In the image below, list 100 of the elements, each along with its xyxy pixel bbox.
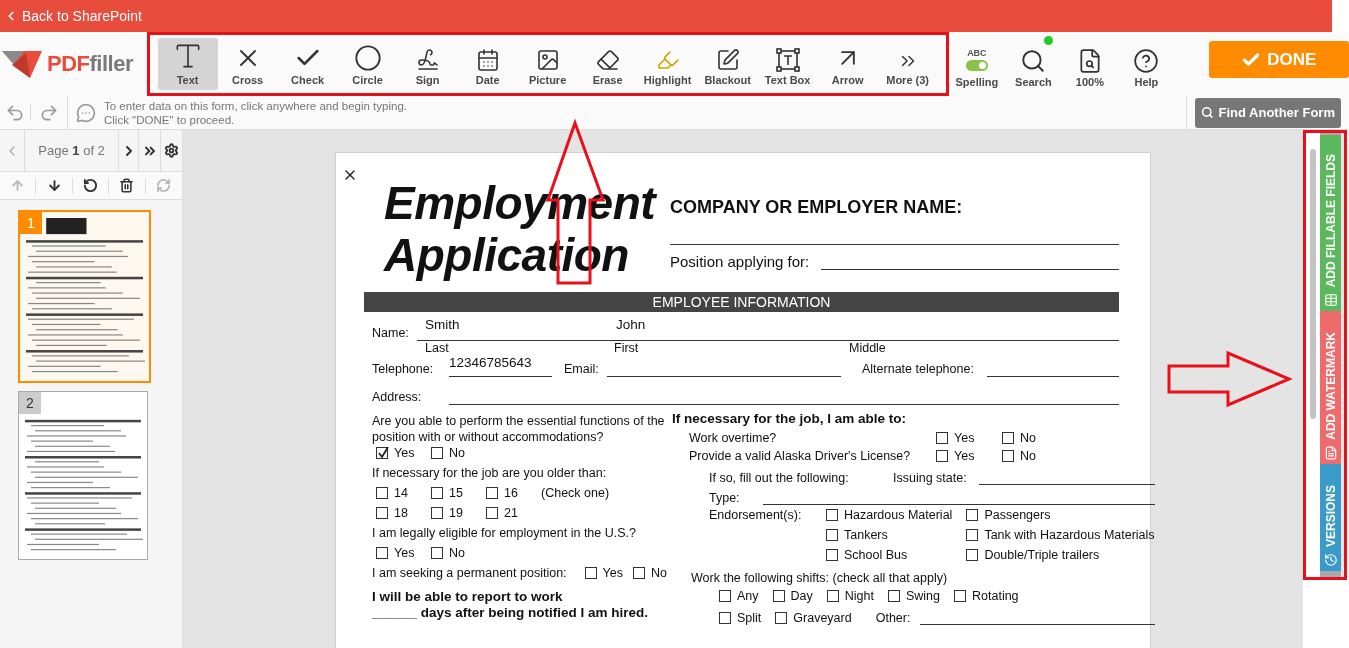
checkbox[interactable] xyxy=(826,509,838,521)
checkbox[interactable] xyxy=(431,487,443,499)
field-label: Endorsement(s): xyxy=(709,507,803,524)
name-field[interactable]: Smith John xyxy=(417,313,1119,341)
rotate-icon xyxy=(83,178,99,193)
checkbox[interactable] xyxy=(719,590,731,602)
checkbox[interactable] xyxy=(954,590,966,602)
tool-button[interactable]: Arrow xyxy=(817,38,878,90)
help-button[interactable]: Help xyxy=(1118,32,1175,96)
chat-icon xyxy=(76,102,96,123)
checkbox[interactable] xyxy=(775,612,788,624)
checkbox[interactable] xyxy=(486,507,498,519)
option-label: No xyxy=(449,546,465,560)
checkbox[interactable] xyxy=(719,612,731,624)
settings-icon xyxy=(164,143,180,158)
eraser-icon xyxy=(595,48,620,72)
option-label: 19 xyxy=(449,506,463,520)
redo-icon xyxy=(39,102,59,123)
field-value: 12346785643 xyxy=(449,355,532,370)
calendar-icon xyxy=(475,48,500,72)
option-label: Hazardous Material xyxy=(844,508,953,522)
find-form-button[interactable]: Find Another Form xyxy=(1195,97,1341,128)
field-value: John xyxy=(616,317,646,332)
checkbox[interactable] xyxy=(966,509,979,521)
telephone-field[interactable]: 12346785643 xyxy=(449,355,552,377)
checkbox[interactable] xyxy=(966,549,979,561)
checkbox[interactable] xyxy=(936,450,948,462)
zoom-button[interactable]: 100% xyxy=(1061,32,1119,96)
checkbox[interactable] xyxy=(584,567,597,579)
tool-button[interactable]: Text Box xyxy=(757,38,818,90)
field-label: Telephone: xyxy=(372,362,435,377)
checkbox[interactable] xyxy=(772,590,785,602)
option-label: Yes xyxy=(954,449,975,463)
tool-button[interactable]: Highlight xyxy=(637,38,698,90)
arrow-down-icon xyxy=(46,178,62,193)
statement-text: I will be able to report to work xyxy=(372,589,564,605)
checkbox[interactable] xyxy=(1002,450,1014,462)
checkbox[interactable] xyxy=(431,547,443,559)
spelling-button[interactable]: ABC Spelling xyxy=(948,32,1006,96)
tool-button[interactable]: Erase xyxy=(577,38,638,90)
pen-square-icon xyxy=(715,48,740,72)
checkbox[interactable] xyxy=(376,507,388,519)
page-number-badge: 2 xyxy=(19,392,41,414)
field-label: Position applying for: xyxy=(670,253,810,270)
tool-button[interactable]: Text xyxy=(157,38,218,90)
checkbox[interactable] xyxy=(486,487,498,499)
checkbox[interactable] xyxy=(376,447,388,459)
checkbox[interactable] xyxy=(826,549,838,561)
hint-text: To enter data on this form, click anywhere and begin typing. xyxy=(104,98,407,113)
checkbox[interactable] xyxy=(431,447,443,459)
checkbox[interactable] xyxy=(936,432,948,444)
tool-button[interactable]: Circle xyxy=(337,38,398,90)
tool-button[interactable]: Date xyxy=(457,38,518,90)
page-thumbnail[interactable]: 2 xyxy=(18,391,148,560)
history-icon xyxy=(1323,553,1338,567)
arrow-up-icon xyxy=(10,178,26,193)
hint-text: Click "DONE" to proceed. xyxy=(104,112,236,127)
field-label: Alternate telephone: xyxy=(862,362,975,377)
question-text: I am legally eligible for employment in the U.S.? xyxy=(372,525,637,542)
option-label: Passengers xyxy=(984,508,1051,522)
option-label: Tank with Hazardous Materials xyxy=(984,528,1155,542)
tool-button[interactable]: Picture xyxy=(517,38,578,90)
question-text: Work overtime? xyxy=(689,431,778,445)
field-label: If so, fill out the following: xyxy=(709,471,850,485)
scrollbar-thumb[interactable] xyxy=(1310,149,1316,419)
trash-icon xyxy=(119,178,135,193)
option-label: Rotating xyxy=(972,589,1019,603)
spelling-toggle[interactable] xyxy=(965,60,988,71)
search-icon xyxy=(1020,48,1047,74)
checkbox[interactable] xyxy=(826,590,839,602)
checkbox[interactable] xyxy=(966,529,979,541)
tool-button[interactable]: Check xyxy=(277,38,338,90)
tool-button[interactable]: More (3) xyxy=(877,38,938,90)
checkbox[interactable] xyxy=(376,547,388,559)
signature-icon xyxy=(415,48,440,72)
checkbox[interactable] xyxy=(826,529,838,541)
search-icon xyxy=(1201,105,1214,120)
search-button[interactable]: Search xyxy=(1005,32,1062,96)
highlighter-icon xyxy=(655,48,680,72)
question-text: Work the following shifts: (check all that apply) xyxy=(691,571,948,585)
option-label: 18 xyxy=(394,506,408,520)
checkbox[interactable] xyxy=(376,487,388,499)
checkbox[interactable] xyxy=(431,507,443,519)
circle-icon xyxy=(353,44,382,72)
statement-text: ______ days after being notified I am hired. xyxy=(372,605,650,621)
option-label: Day xyxy=(790,589,813,603)
checkbox[interactable] xyxy=(632,567,645,579)
tool-button[interactable]: Cross xyxy=(217,38,278,90)
spelling-caption: ABC xyxy=(967,48,987,58)
tool-button[interactable]: Blackout xyxy=(697,38,758,90)
checkbox[interactable] xyxy=(1002,432,1014,444)
field-sublabel: Last xyxy=(425,341,450,355)
undo-icon xyxy=(5,102,25,123)
option-label: Tankers xyxy=(844,528,888,542)
page-number-badge: 1 xyxy=(20,212,42,234)
tool-button[interactable]: Sign xyxy=(397,38,458,90)
option-label: No xyxy=(449,446,465,460)
checkbox[interactable] xyxy=(887,590,900,602)
option-label: 14 xyxy=(394,486,408,500)
back-link[interactable]: Back to SharePoint xyxy=(4,8,142,24)
